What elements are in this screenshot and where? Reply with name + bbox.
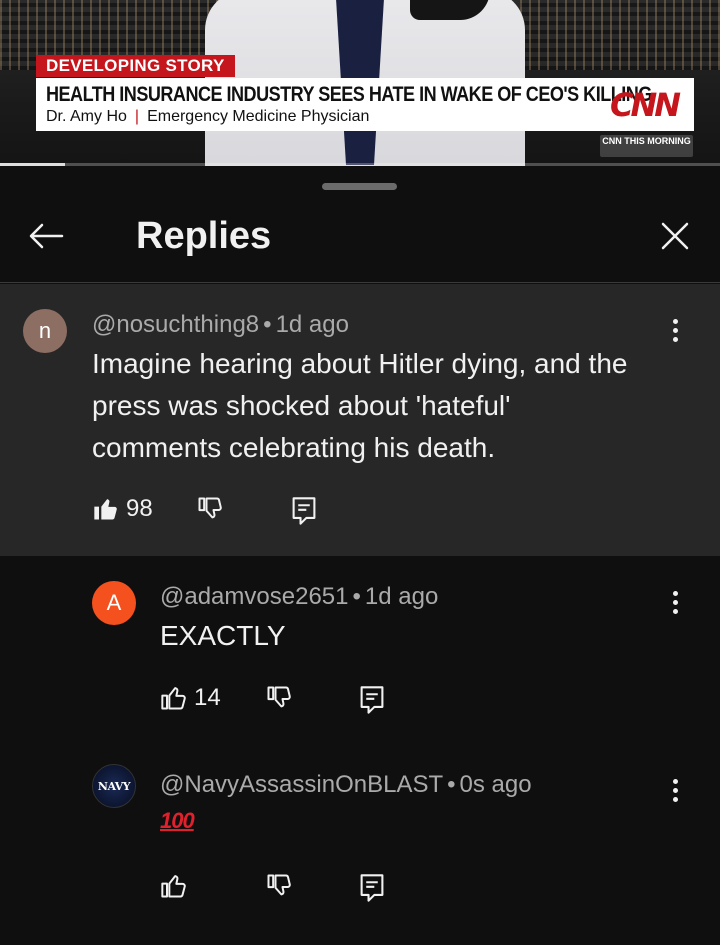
guest-name: Dr. Amy Ho (46, 108, 127, 125)
reply-button[interactable] (358, 683, 386, 717)
comment-icon (360, 686, 384, 714)
comment-age: 1d ago (364, 583, 439, 610)
replies-sheet: Replies n @nosuchthing8 • 1d ago Imagine h… (0, 166, 720, 945)
chyron-headline: HEALTH INSURANCE INDUSTRY SEES HATE IN W… (46, 83, 652, 106)
like-count: 14 (194, 684, 221, 711)
like-count: 98 (126, 495, 153, 522)
comment-text: Imagine hearing about Hitler dying, and … (92, 348, 628, 463)
kebab-dot (672, 600, 678, 605)
dislike-button[interactable] (264, 681, 294, 715)
close-icon (661, 222, 689, 250)
like-button[interactable]: 14 (160, 681, 221, 715)
kebab-dot (672, 337, 678, 342)
hundred-points-emoji: 100 (160, 808, 195, 833)
parent-comment: n @nosuchthing8 • 1d ago Imagine hearing a… (0, 284, 720, 556)
city-background (520, 0, 720, 70)
meta-dot: • (447, 771, 456, 798)
kebab-dot (672, 788, 678, 793)
developing-story-tag: DEVELOPING STORY (36, 55, 235, 77)
thumbs-up-icon (161, 875, 186, 898)
back-button[interactable] (22, 216, 70, 256)
comment-icon (292, 497, 316, 525)
replies-header: Replies (0, 198, 720, 282)
comment-age: 1d ago (275, 311, 349, 338)
close-button[interactable] (652, 216, 698, 256)
avatar[interactable]: NAVY (92, 764, 136, 808)
dislike-button[interactable] (195, 492, 225, 526)
more-options-button[interactable] (665, 776, 685, 806)
guest-title: Emergency Medicine Physician (147, 108, 370, 125)
more-options-button[interactable] (665, 316, 685, 346)
chyron-separator: | (134, 108, 140, 125)
page-title: Replies (136, 215, 272, 257)
comment-age: 0s ago (459, 771, 532, 798)
kebab-dot (672, 319, 678, 324)
thumbs-up-icon (161, 687, 186, 710)
comment-icon (360, 874, 384, 902)
meta-dot: • (352, 583, 361, 610)
kebab-dot (672, 591, 678, 596)
comment-text: EXACTLY (160, 620, 286, 651)
reply-button[interactable] (290, 494, 318, 528)
kebab-dot (672, 609, 678, 614)
news-chyron: HEALTH INSURANCE INDUSTRY SEES HATE IN W… (36, 78, 694, 131)
person-hair (410, 0, 490, 20)
comment-author[interactable]: @adamvose2651 (160, 583, 348, 610)
kebab-dot (672, 779, 678, 784)
comment-meta: @NavyAssassinOnBLAST • 0s ago (160, 771, 532, 799)
comment-author[interactable]: @nosuchthing8 (92, 311, 259, 338)
like-button[interactable] (160, 869, 188, 903)
comment-meta: @adamvose2651 • 1d ago (160, 583, 438, 611)
chyron-subline: Dr. Amy Ho | Emergency Medicine Physician (46, 108, 369, 126)
avatar[interactable]: n (23, 309, 67, 353)
meta-dot: • (263, 311, 272, 338)
more-options-button[interactable] (665, 588, 685, 618)
reply-button[interactable] (358, 871, 386, 905)
kebab-dot (672, 328, 678, 333)
drag-handle[interactable] (322, 183, 397, 190)
avatar[interactable]: A (92, 581, 136, 625)
dislike-button[interactable] (264, 869, 294, 903)
thumbs-up-filled-icon (94, 499, 117, 520)
like-button[interactable]: 98 (92, 492, 153, 526)
arrow-left-icon (29, 223, 64, 249)
show-bug: CNN THIS MORNING (600, 135, 693, 157)
comment-meta: @nosuchthing8 • 1d ago (92, 311, 349, 339)
cnn-logo: CNN (609, 86, 681, 124)
kebab-dot (672, 797, 678, 802)
thumbs-down-icon (267, 686, 291, 708)
header-divider (0, 282, 720, 283)
comment-author[interactable]: @NavyAssassinOnBLAST (160, 771, 443, 798)
thumbs-down-icon (267, 874, 291, 896)
thumbs-down-icon (198, 497, 222, 519)
video-player[interactable]: DEVELOPING STORY HEALTH INSURANCE INDUST… (0, 0, 720, 166)
